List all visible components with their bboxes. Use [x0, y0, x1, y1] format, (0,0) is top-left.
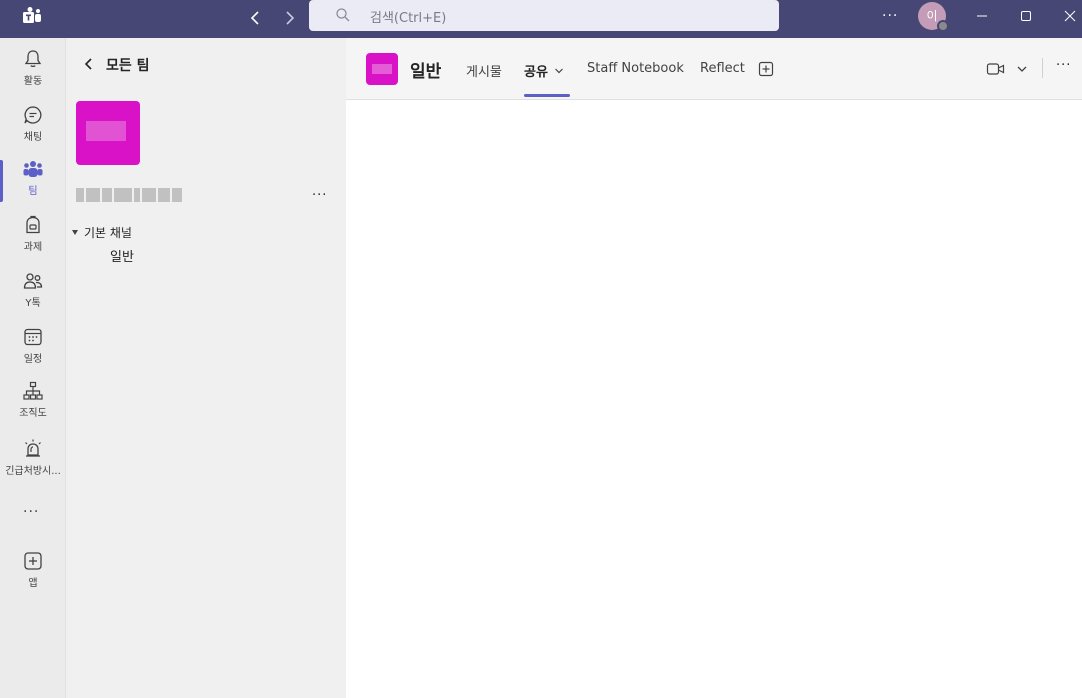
add-app-icon	[24, 552, 42, 570]
maximize-icon[interactable]	[1016, 6, 1036, 26]
rail-label: 앱	[28, 578, 38, 589]
rail-item-org-chart[interactable]: 조직도	[0, 380, 66, 432]
rail-label: 활동	[23, 76, 43, 87]
search-icon	[336, 8, 350, 22]
caret-down-icon	[72, 230, 78, 235]
rail-label: 과제	[23, 242, 43, 253]
app-rail: 활동 채팅 팀 과제 Y톡 일정 조직도 긴급처방시... ··· 앱	[0, 38, 66, 698]
backpack-icon	[26, 215, 40, 234]
team-pane: 모든 팀 ··· 기본 채널 일반	[66, 38, 346, 698]
tab-shared[interactable]: 공유	[524, 61, 564, 80]
tab-reflect[interactable]: Reflect	[700, 61, 745, 76]
org-chart-icon	[23, 381, 43, 400]
people-icon	[23, 273, 43, 289]
more-apps-icon[interactable]: ···	[23, 504, 39, 520]
avatar-initials: 이	[926, 9, 938, 23]
rail-item-ytalk[interactable]: Y톡	[0, 270, 66, 322]
search-placeholder: 검색(Ctrl+E)	[370, 11, 447, 26]
rail-item-calendar[interactable]: 일정	[0, 326, 66, 378]
chat-icon	[24, 106, 42, 124]
user-avatar[interactable]: 이	[918, 2, 949, 32]
main-content: 일반 게시물 공유 Staff Notebook Reflect ···	[346, 38, 1082, 698]
rail-item-assignments[interactable]: 과제	[0, 214, 66, 266]
teams-icon	[23, 161, 43, 177]
rail-label: 일정	[23, 354, 43, 365]
channel-item-general[interactable]: 일반	[110, 246, 134, 265]
add-tab-icon[interactable]	[758, 61, 774, 77]
title-bar: 검색(Ctrl+E) ··· 이	[0, 0, 1082, 38]
channel-header: 일반 게시물 공유 Staff Notebook Reflect ···	[346, 38, 1082, 100]
tab-staff-notebook[interactable]: Staff Notebook	[587, 61, 684, 76]
siren-icon	[25, 439, 41, 457]
chevron-down-icon[interactable]	[1016, 63, 1028, 75]
forward-arrow-icon[interactable]	[279, 8, 299, 28]
chevron-left-icon	[84, 58, 92, 70]
video-call-icon[interactable]	[986, 61, 1006, 77]
team-avatar[interactable]	[76, 101, 140, 165]
calendar-icon	[24, 328, 42, 346]
presence-status-icon	[937, 20, 949, 32]
channel-avatar	[366, 53, 398, 85]
rail-item-apps[interactable]: 앱	[0, 550, 66, 602]
chevron-down-icon	[554, 68, 563, 74]
channel-title: 일반	[410, 62, 442, 82]
back-arrow-icon[interactable]	[246, 8, 266, 28]
close-icon[interactable]	[1060, 6, 1080, 26]
header-divider	[1042, 58, 1043, 78]
team-name-redacted	[76, 187, 200, 203]
channel-more-options-icon[interactable]: ···	[1056, 58, 1071, 73]
rail-label: 조직도	[19, 408, 47, 419]
minimize-icon[interactable]	[972, 6, 992, 26]
channel-section-header[interactable]: 기본 채널	[72, 224, 132, 241]
teams-logo-icon[interactable]	[20, 5, 44, 29]
rail-item-chat[interactable]: 채팅	[0, 104, 66, 156]
rail-label: 긴급처방시...	[5, 466, 61, 477]
rail-label: 팀	[28, 186, 38, 197]
tab-label: 공유	[524, 65, 548, 80]
rail-item-teams[interactable]: 팀	[0, 158, 66, 210]
bell-icon	[24, 50, 42, 68]
section-label: 기본 채널	[84, 226, 132, 240]
active-tab-indicator	[524, 94, 570, 97]
search-box[interactable]: 검색(Ctrl+E)	[309, 0, 779, 31]
rail-item-activity[interactable]: 활동	[0, 48, 66, 100]
tab-posts[interactable]: 게시물	[466, 61, 502, 80]
all-teams-label: 모든 팀	[106, 58, 150, 74]
more-options-icon[interactable]: ···	[882, 8, 902, 24]
rail-label: 채팅	[23, 132, 43, 143]
team-more-options-icon[interactable]: ···	[312, 188, 327, 203]
rail-item-emergency[interactable]: 긴급처방시...	[0, 438, 66, 490]
rail-label: Y톡	[25, 298, 41, 309]
